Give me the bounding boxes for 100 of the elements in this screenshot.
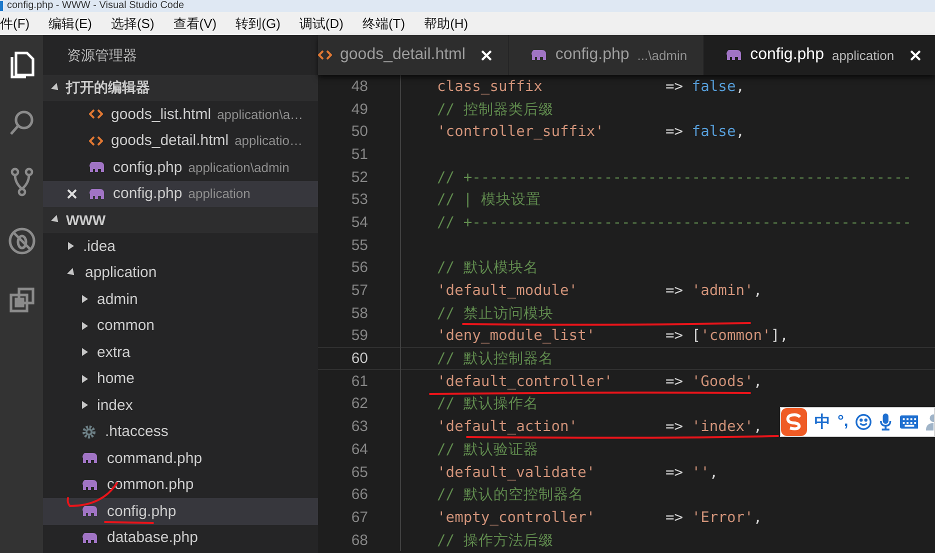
line-number: 57: [350, 282, 368, 300]
line-number: 59: [350, 327, 368, 344]
caret-icon: [67, 268, 77, 278]
open-editor-item[interactable]: config.php application: [43, 180, 318, 207]
files-icon[interactable]: [8, 49, 36, 79]
input-mode-toggle[interactable]: 中: [814, 412, 830, 432]
source-control-icon[interactable]: [10, 167, 34, 197]
code-token: ,: [753, 508, 762, 526]
search-icon[interactable]: [8, 109, 36, 137]
tree-item[interactable]: application: [43, 260, 318, 286]
menu-item[interactable]: 编辑(E): [48, 14, 99, 32]
elephant-icon: [82, 532, 98, 544]
caret-icon: [82, 322, 88, 330]
line-number: 51: [350, 146, 368, 163]
keyboard-icon[interactable]: [900, 415, 918, 429]
editor-tab[interactable]: goods_detail.html: [318, 35, 510, 75]
tree-item[interactable]: .idea: [43, 233, 318, 260]
code-token: false: [692, 123, 736, 140]
code-token: // 操作方法后缀: [437, 530, 554, 550]
code-token: 'default_module': [437, 282, 579, 300]
code-token: 'default_action': [437, 418, 579, 436]
caret-icon: [82, 374, 88, 383]
open-editor-item[interactable]: goods_detail.html applicatio…: [43, 128, 318, 154]
code-token: =>: [665, 464, 684, 481]
line-number: 58: [350, 304, 368, 322]
code-token: 'common': [700, 327, 771, 344]
tree-item[interactable]: database.php: [43, 524, 318, 551]
ime-logo-icon[interactable]: [781, 408, 808, 436]
code-brackets-icon: [89, 134, 103, 147]
editor-tab[interactable]: config.php application: [704, 35, 935, 75]
section-header[interactable]: WWW: [43, 207, 318, 233]
menu-item[interactable]: 调试(D): [299, 14, 350, 32]
code-token: // | 模块设置: [437, 190, 541, 210]
code-token: '': [692, 464, 710, 481]
code-token: class_suffix: [437, 78, 544, 95]
explorer-title: 资源管理器: [66, 46, 138, 65]
menu-item[interactable]: 件(F): [0, 14, 37, 32]
code-token: // 禁止访问模块: [437, 304, 554, 323]
elephant-icon: [531, 49, 548, 61]
menu-item[interactable]: 帮助(H): [424, 14, 476, 32]
no-bug-icon[interactable]: [6, 226, 36, 256]
menu-item[interactable]: 查看(V): [173, 14, 224, 32]
menu-item[interactable]: 终端(T): [362, 14, 412, 32]
code-token: =>: [665, 508, 684, 526]
code-token: =>: [665, 123, 684, 140]
tree-item[interactable]: config.php: [43, 498, 318, 524]
line-number: 52: [350, 168, 368, 186]
tree-item[interactable]: home: [43, 366, 318, 392]
line-number: 60: [350, 350, 368, 368]
close-icon[interactable]: [67, 188, 77, 199]
elephant-icon: [89, 161, 105, 174]
code-token: 'deny_module_list': [437, 327, 596, 344]
tree-item[interactable]: common: [43, 312, 318, 339]
punctuation-toggle[interactable]: °,: [837, 413, 848, 431]
line-number: 66: [350, 486, 368, 504]
line-number: 65: [350, 464, 368, 481]
code-token: // +--------------------------------------------------: [437, 168, 912, 186]
menu-item[interactable]: 选择(S): [110, 14, 162, 32]
tree-item[interactable]: extra: [43, 339, 318, 366]
code-token: ,: [736, 78, 745, 95]
code-token: false: [692, 78, 736, 95]
app-icon: [0, 1, 3, 11]
code-token: // 默认控制器名: [437, 349, 554, 368]
editor-tab[interactable]: config.php ...\admin: [509, 35, 704, 75]
code-token: ,: [753, 418, 762, 436]
code-token: [: [692, 327, 701, 344]
open-editor-item[interactable]: goods_list.html application\a…: [43, 101, 318, 128]
smiley-icon[interactable]: [855, 413, 872, 431]
elephant-icon: [82, 505, 98, 518]
code-token: 'Error': [692, 508, 754, 526]
code-token: =>: [665, 372, 684, 390]
code-token: 'index': [692, 418, 754, 436]
line-number: 67: [350, 508, 368, 526]
open-editor-item[interactable]: config.php application\admin: [43, 154, 318, 180]
caret-icon: [82, 295, 88, 304]
code-token: // 默认模块名: [437, 258, 538, 278]
code-token: // 默认验证器: [437, 440, 538, 459]
code-token: =>: [665, 78, 684, 95]
code-token: // 默认操作名: [437, 394, 538, 414]
tree-item[interactable]: index: [43, 392, 318, 418]
code-token: 'controller_suffix': [437, 123, 605, 140]
tree-item[interactable]: admin: [43, 286, 318, 312]
caret-icon: [82, 348, 88, 356]
line-number: 48: [350, 78, 368, 95]
code-token: 'admin': [692, 282, 754, 300]
gear-icon: [82, 424, 96, 439]
code-brackets-icon: [318, 49, 332, 61]
tree-item[interactable]: .htaccess: [43, 418, 318, 445]
line-number: 63: [350, 418, 368, 436]
code-token: 'default_controller': [437, 372, 614, 390]
code-token: 'empty_controller': [437, 508, 596, 526]
extensions-icon[interactable]: [8, 287, 34, 313]
pen-stroke: [104, 521, 154, 524]
microphone-icon[interactable]: [879, 412, 893, 432]
elephant-icon: [82, 478, 98, 491]
line-number: 68: [350, 532, 368, 549]
section-header[interactable]: 打开的编辑器: [43, 75, 318, 101]
elephant-icon: [726, 49, 742, 61]
menu-item[interactable]: 转到(G): [236, 14, 288, 32]
tree-item[interactable]: command.php: [43, 445, 318, 472]
